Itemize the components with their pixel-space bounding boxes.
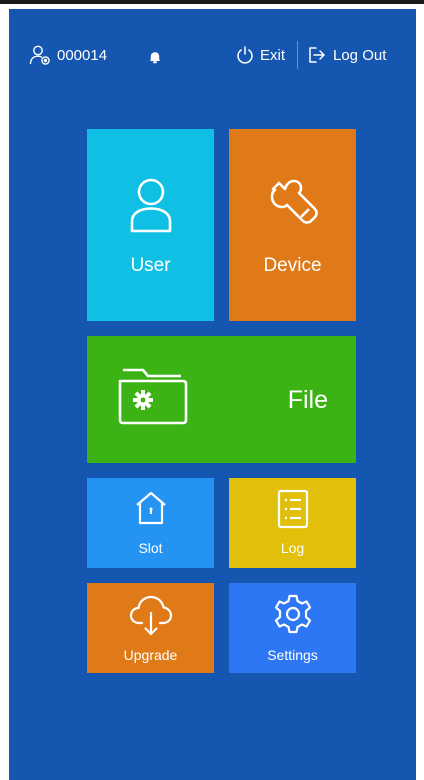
wrench-icon	[270, 179, 318, 224]
user-tile[interactable]: User	[87, 129, 214, 321]
user-id-text: 000014	[57, 46, 108, 64]
file-tile-label: File	[287, 386, 328, 414]
log-tile-label: Log	[280, 540, 305, 556]
file-tile[interactable]: File	[87, 336, 356, 463]
slot-tile[interactable]: Slot	[87, 478, 214, 568]
user-tile-label: User	[130, 255, 171, 276]
app-screen: 000014 Exit Log Out User Device File Slo…	[9, 9, 416, 780]
device-tile-label: Device	[263, 255, 322, 276]
upgrade-tile-label: Upgrade	[123, 647, 178, 663]
cloud-download-icon	[129, 595, 172, 636]
header-divider	[297, 41, 298, 69]
notification-button[interactable]	[147, 39, 163, 75]
logout-label: Log Out	[333, 46, 387, 64]
user-settings-icon	[29, 45, 50, 65]
top-border	[0, 0, 424, 4]
list-document-icon	[277, 489, 308, 529]
exit-label: Exit	[260, 46, 286, 64]
log-tile[interactable]: Log	[229, 478, 356, 568]
device-tile[interactable]: Device	[229, 129, 356, 321]
exit-button[interactable]: Exit	[235, 37, 285, 73]
power-icon	[237, 46, 253, 64]
settings-tile-label: Settings	[267, 647, 318, 663]
bell-icon	[150, 52, 160, 64]
header-bar: 000014 Exit Log Out	[9, 37, 416, 73]
upgrade-tile[interactable]: Upgrade	[87, 583, 214, 673]
house-icon	[135, 491, 166, 525]
logout-arrow-icon	[309, 47, 325, 63]
user-id-display[interactable]: 000014	[29, 37, 107, 73]
gear-icon	[274, 594, 311, 634]
person-icon	[130, 178, 171, 233]
slot-tile-label: Slot	[138, 540, 163, 556]
folder-gear-icon	[118, 368, 188, 425]
logout-button[interactable]: Log Out	[307, 37, 386, 73]
settings-tile[interactable]: Settings	[229, 583, 356, 673]
